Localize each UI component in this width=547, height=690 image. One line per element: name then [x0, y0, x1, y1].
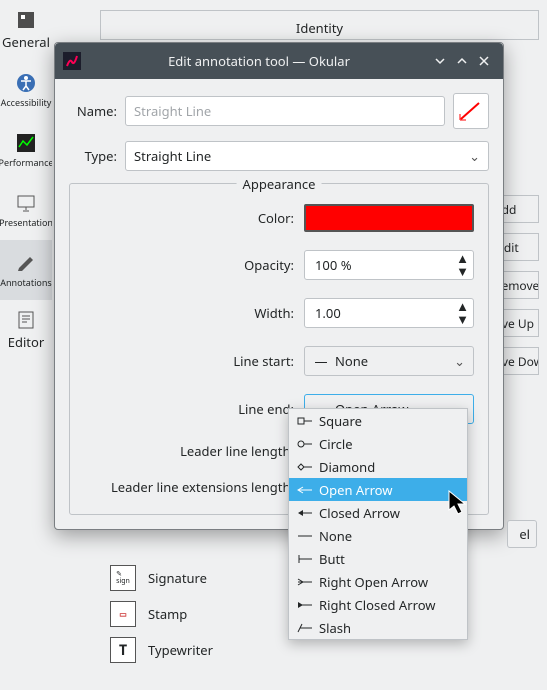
- option-label: Diamond: [319, 458, 375, 476]
- dropdown-option-circle[interactable]: Circle: [289, 432, 467, 455]
- dropdown-option-open-arrow[interactable]: Open Arrow: [289, 478, 467, 501]
- spin-arrows-icon[interactable]: ▲▼: [456, 300, 469, 326]
- dropdown-option-closed-arrow[interactable]: Closed Arrow: [289, 501, 467, 524]
- sidebar-general[interactable]: General: [0, 0, 52, 60]
- sidebar-annotations[interactable]: Annotations: [0, 240, 52, 300]
- titlebar[interactable]: Edit annotation tool — Okular: [55, 43, 503, 79]
- sidebar-accessibility[interactable]: Accessibility: [0, 60, 52, 120]
- group-title: Appearance: [237, 175, 322, 193]
- slash-icon: [297, 621, 313, 635]
- option-label: Square: [319, 412, 362, 430]
- identity-header: Identity: [100, 10, 539, 40]
- sidebar-label: Accessibility: [1, 96, 52, 109]
- line-end-dropdown: Square Circle Diamond Open Arrow Closed …: [288, 408, 468, 640]
- dropdown-option-right-closed-arrow[interactable]: Right Closed Arrow: [289, 593, 467, 616]
- list-item[interactable]: ✎sign Signature: [110, 560, 213, 596]
- spin-arrows-icon[interactable]: ▲▼: [456, 252, 469, 278]
- presentation-icon: [15, 192, 37, 214]
- type-value: Straight Line: [134, 147, 211, 165]
- line-end-label: Line end:: [84, 400, 294, 418]
- dropdown-option-none[interactable]: None: [289, 524, 467, 547]
- maximize-button[interactable]: [451, 50, 473, 72]
- signature-icon: ✎sign: [110, 565, 136, 591]
- dropdown-option-square[interactable]: Square: [289, 409, 467, 432]
- right-closed-arrow-icon: [297, 598, 313, 612]
- dropdown-option-slash[interactable]: Slash: [289, 616, 467, 639]
- option-label: Butt: [319, 550, 345, 568]
- performance-icon: [15, 132, 37, 154]
- none-icon: —: [313, 352, 329, 370]
- opacity-label: Opacity:: [84, 256, 294, 274]
- list-item[interactable]: ▭ Stamp: [110, 596, 213, 632]
- tool-preview: [453, 93, 489, 129]
- closed-arrow-icon: [297, 506, 313, 520]
- width-value: 1.00: [315, 304, 341, 322]
- sidebar-label: Performance: [0, 156, 52, 169]
- annotation-list: ✎sign Signature ▭ Stamp T Typewriter: [110, 560, 213, 668]
- sidebar-presentation[interactable]: Presentation: [0, 180, 52, 240]
- option-label: Slash: [319, 619, 351, 637]
- option-label: None: [319, 527, 352, 545]
- sidebar-label: Annotations: [0, 276, 52, 289]
- dialog-title: Edit annotation tool — Okular: [89, 52, 429, 70]
- accessibility-icon: [15, 72, 37, 94]
- type-label: Type:: [69, 147, 117, 165]
- opacity-value: 100 %: [315, 256, 352, 274]
- option-label: Open Arrow: [319, 481, 393, 499]
- opacity-spinbox[interactable]: 100 % ▲▼: [304, 250, 474, 280]
- right-open-arrow-icon: [297, 575, 313, 589]
- typewriter-icon: T: [110, 637, 136, 663]
- dropdown-option-butt[interactable]: Butt: [289, 547, 467, 570]
- name-input[interactable]: Straight Line: [125, 96, 445, 126]
- leader-ext-label: Leader line extensions length:: [84, 478, 294, 496]
- none-icon: [297, 529, 313, 543]
- sidebar-label: Presentation: [0, 216, 52, 229]
- color-label: Color:: [84, 209, 294, 227]
- line-start-value: None: [335, 352, 368, 370]
- width-label: Width:: [84, 304, 294, 322]
- stamp-icon: ▭: [110, 601, 136, 627]
- dropdown-option-diamond[interactable]: Diamond: [289, 455, 467, 478]
- list-item[interactable]: T Typewriter: [110, 632, 213, 668]
- sidebar-label: General: [2, 33, 50, 51]
- general-icon: [15, 9, 37, 31]
- sidebar-editor[interactable]: Editor: [0, 300, 52, 360]
- line-start-label: Line start:: [84, 352, 294, 370]
- list-label: Typewriter: [148, 641, 213, 659]
- option-label: Circle: [319, 435, 353, 453]
- cancel-button[interactable]: el: [507, 520, 537, 548]
- chevron-down-icon: ⌄: [469, 147, 480, 165]
- type-select[interactable]: Straight Line ⌄: [125, 141, 489, 171]
- width-spinbox[interactable]: 1.00 ▲▼: [304, 298, 474, 328]
- color-picker[interactable]: [304, 204, 474, 232]
- option-label: Right Closed Arrow: [319, 596, 436, 614]
- leader-length-label: Leader line length:: [84, 442, 294, 460]
- name-placeholder: Straight Line: [134, 102, 211, 120]
- option-label: Right Open Arrow: [319, 573, 428, 591]
- close-button[interactable]: [473, 50, 495, 72]
- dropdown-option-right-open-arrow[interactable]: Right Open Arrow: [289, 570, 467, 593]
- list-label: Signature: [148, 569, 207, 587]
- diamond-icon: [297, 460, 313, 474]
- name-label: Name:: [69, 102, 117, 120]
- minimize-button[interactable]: [429, 50, 451, 72]
- list-label: Stamp: [148, 605, 187, 623]
- chevron-down-icon: ⌄: [454, 352, 465, 370]
- okular-icon: [63, 52, 81, 70]
- open-arrow-icon: [297, 483, 313, 497]
- circle-icon: [297, 437, 313, 451]
- settings-sidebar: General Accessibility Performance Presen…: [0, 0, 52, 690]
- option-label: Closed Arrow: [319, 504, 400, 522]
- sidebar-performance[interactable]: Performance: [0, 120, 52, 180]
- butt-icon: [297, 552, 313, 566]
- line-start-combo[interactable]: — None ⌄: [304, 346, 474, 376]
- editor-icon: [15, 309, 37, 331]
- square-icon: [297, 414, 313, 428]
- sidebar-label: Editor: [8, 333, 45, 351]
- annotations-icon: [15, 252, 37, 274]
